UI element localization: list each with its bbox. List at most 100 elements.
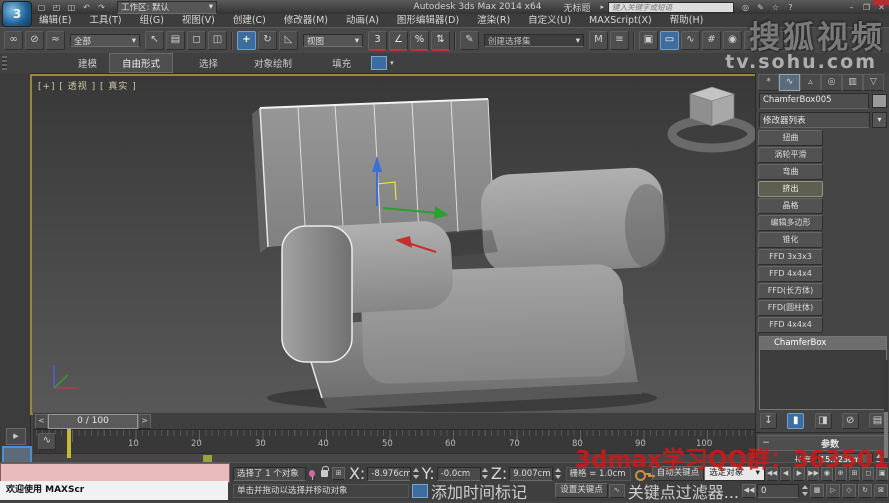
stack-item-chamferbox[interactable]: ChamferBox bbox=[760, 337, 886, 350]
object-name-field[interactable]: ChamferBox005 bbox=[759, 93, 869, 109]
edit-named-sets-icon[interactable]: ✎ bbox=[460, 31, 479, 50]
key-filters-button[interactable]: 关键点过滤器... bbox=[628, 479, 739, 503]
percent-snap-icon[interactable]: % bbox=[410, 31, 429, 51]
select-move-icon[interactable]: + bbox=[237, 31, 256, 50]
material-editor-icon[interactable]: ◉ bbox=[723, 31, 742, 50]
mini-curve-editor-icon[interactable]: ∿ bbox=[38, 433, 56, 450]
new-scene-icon[interactable]: ▢ bbox=[35, 2, 48, 13]
tab-object-paint[interactable]: 对象绘制 bbox=[242, 54, 304, 72]
chevron-down-icon[interactable]: ▾ bbox=[390, 59, 394, 67]
select-scale-icon[interactable]: ◺ bbox=[279, 31, 298, 50]
set-key-button[interactable]: 设置关键点 bbox=[555, 483, 608, 498]
track-key-marker[interactable] bbox=[203, 455, 212, 462]
spinner-snap-icon[interactable]: ⇅ bbox=[431, 31, 450, 51]
open-file-icon[interactable]: ◰ bbox=[50, 2, 63, 13]
tab-create-icon[interactable]: * bbox=[758, 74, 779, 91]
mod-twist-button[interactable]: 扭曲 bbox=[758, 130, 823, 146]
make-unique-icon[interactable]: ◨ bbox=[815, 413, 832, 429]
menu-views[interactable]: 视图(V) bbox=[173, 14, 224, 27]
mod-taper-button[interactable]: 锥化 bbox=[758, 232, 823, 248]
modifier-list-caret[interactable]: ▾ bbox=[872, 112, 887, 128]
menu-maxscript[interactable]: MAXScript(X) bbox=[580, 14, 661, 27]
snap-toggle-icon[interactable]: 3 bbox=[368, 31, 387, 51]
mod-ffd444b-button[interactable]: FFD 4x4x4 bbox=[758, 317, 823, 333]
bind-spacewarp-icon[interactable]: ≈ bbox=[46, 31, 65, 50]
menu-animation[interactable]: 动画(A) bbox=[337, 14, 388, 27]
field-of-view-icon[interactable]: ▷ bbox=[826, 484, 840, 498]
communication-icon[interactable]: ✎ bbox=[754, 2, 767, 13]
help-icon[interactable]: ? bbox=[784, 2, 797, 13]
add-time-tag-label[interactable]: 添加时间标记 bbox=[431, 479, 527, 503]
schematic-view-icon[interactable]: # bbox=[702, 31, 721, 50]
max-logo-button[interactable]: 3 bbox=[2, 1, 32, 27]
mod-bend-button[interactable]: 弯曲 bbox=[758, 164, 823, 180]
mod-turbosmooth-button[interactable]: 涡轮平滑 bbox=[758, 147, 823, 163]
viewcube[interactable] bbox=[672, 87, 752, 148]
pan-view-icon[interactable]: ◇ bbox=[842, 484, 856, 498]
maxscript-listener-macro-row[interactable] bbox=[0, 463, 230, 483]
select-link-icon[interactable]: ∞ bbox=[4, 31, 23, 50]
orbit-icon[interactable]: ↻ bbox=[858, 484, 872, 498]
menu-edit[interactable]: 编辑(E) bbox=[30, 14, 80, 27]
mod-ffdcyl-button[interactable]: FFD(圆柱体) bbox=[758, 300, 823, 316]
save-file-icon[interactable]: ◫ bbox=[65, 2, 78, 13]
x-spinner[interactable] bbox=[412, 467, 419, 480]
ribbon-config-icon[interactable] bbox=[371, 56, 387, 70]
favorites-icon[interactable]: ☆ bbox=[769, 2, 782, 13]
mod-ffdbox-button[interactable]: FFD(长方体) bbox=[758, 283, 823, 299]
modifier-list-dropdown[interactable]: 修改器列表 bbox=[759, 112, 870, 128]
menu-graph-editors[interactable]: 图形编辑器(D) bbox=[388, 14, 468, 27]
mirror-icon[interactable]: M bbox=[589, 31, 608, 50]
menu-help[interactable]: 帮助(H) bbox=[661, 14, 713, 27]
menu-tools[interactable]: 工具(T) bbox=[80, 14, 130, 27]
add-time-tag-icon[interactable] bbox=[412, 484, 428, 498]
tab-motion-icon[interactable]: ◎ bbox=[821, 74, 842, 91]
rectangular-region-icon[interactable]: ◻ bbox=[187, 31, 206, 50]
tab-freeform[interactable]: 自由形式 bbox=[109, 53, 173, 73]
tab-display-icon[interactable]: ▥ bbox=[842, 74, 863, 91]
x-coordinate-field[interactable]: -8.976cm bbox=[367, 467, 411, 481]
object-color-swatch[interactable] bbox=[872, 94, 887, 108]
menu-rendering[interactable]: 渲染(R) bbox=[468, 14, 519, 27]
menu-create[interactable]: 创建(C) bbox=[224, 14, 275, 27]
ribbon-grip[interactable] bbox=[2, 56, 7, 70]
prev-frame-button[interactable]: < bbox=[35, 414, 48, 429]
selection-filter-dropdown[interactable]: 全部 ▾ bbox=[70, 34, 140, 47]
remove-modifier-icon[interactable]: ⊘ bbox=[842, 413, 859, 429]
workspace-dropdown[interactable]: 工作区: 默认 ▾ bbox=[117, 1, 217, 14]
curve-editor-icon[interactable]: ∿ bbox=[681, 31, 700, 50]
redo-icon[interactable]: ↷ bbox=[95, 2, 108, 13]
search-input[interactable]: 键入关键字或短语 bbox=[608, 2, 734, 13]
tab-modify-icon[interactable]: ∿ bbox=[779, 74, 800, 91]
notification-pin-icon[interactable] bbox=[309, 470, 315, 477]
unlink-icon[interactable]: ⊘ bbox=[25, 31, 44, 50]
open-mini-curve-editor-button[interactable]: ▶ bbox=[6, 428, 26, 445]
arrow-right-icon[interactable]: ▸ bbox=[600, 3, 604, 11]
search-icon[interactable]: ◎ bbox=[739, 2, 752, 13]
show-end-result-icon[interactable]: ▮ bbox=[787, 413, 804, 429]
time-slider-handle[interactable]: 0 / 100 bbox=[48, 414, 138, 429]
select-rotate-icon[interactable]: ↻ bbox=[258, 31, 277, 50]
z-spinner[interactable] bbox=[554, 467, 561, 480]
maxscript-listener-row[interactable]: 欢迎使用 MAXScr bbox=[0, 481, 228, 500]
maximize-viewport-icon[interactable]: ⊠ bbox=[874, 484, 888, 498]
select-object-icon[interactable]: ↖ bbox=[145, 31, 164, 50]
current-frame-field[interactable]: 0 bbox=[757, 484, 799, 498]
menu-customize[interactable]: 自定义(U) bbox=[519, 14, 580, 27]
mod-extrude-button[interactable]: 挤出 bbox=[758, 181, 823, 197]
go-to-frame-icon[interactable]: ◀◀ bbox=[742, 484, 756, 498]
frame-spinner[interactable] bbox=[800, 484, 809, 497]
minimize-button[interactable]: – bbox=[845, 2, 858, 13]
perspective-viewport[interactable]: [+] [ 透视 ] [ 真实 ] bbox=[30, 74, 757, 415]
next-frame-button[interactable]: > bbox=[138, 414, 151, 429]
pin-stack-icon[interactable]: ↧ bbox=[760, 413, 777, 429]
tab-populate[interactable]: 填充 bbox=[320, 54, 363, 72]
tab-hierarchy-icon[interactable]: ▵ bbox=[800, 74, 821, 91]
isolate-selection-icon[interactable]: ▦ bbox=[810, 484, 824, 498]
tab-selection[interactable]: 选择 bbox=[187, 54, 230, 72]
align-icon[interactable]: ≡ bbox=[610, 31, 629, 50]
graphite-ribbon-icon[interactable]: ▭ bbox=[660, 31, 679, 50]
menu-group[interactable]: 组(G) bbox=[131, 14, 173, 27]
reference-coordinate-dropdown[interactable]: 视图 ▾ bbox=[303, 34, 363, 47]
current-frame-marker[interactable] bbox=[67, 429, 71, 458]
